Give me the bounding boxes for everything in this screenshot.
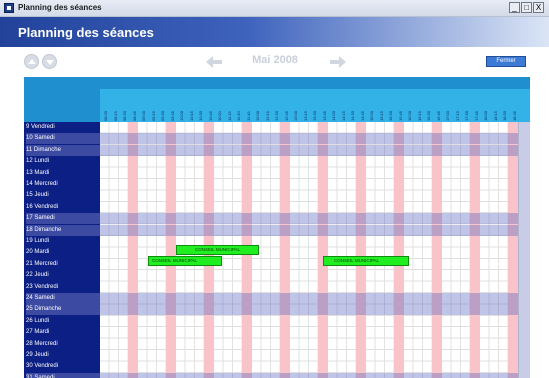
- day-label: 29 Jeudi: [26, 352, 49, 358]
- day-label: 22 Jeudi: [26, 272, 49, 279]
- right-scroll-column[interactable]: [518, 122, 530, 378]
- scroll-down-icon[interactable]: [42, 54, 57, 69]
- day-label: 31 Samedi: [26, 372, 100, 378]
- close-window-button[interactable]: X: [533, 2, 544, 13]
- page-header: Planning des séances: [0, 17, 549, 47]
- hours-band: 08:00 08:15 08:30 08:45 09:00 09:15 09:30 09:45…: [100, 89, 530, 122]
- day-label: 16 Vendredi: [26, 203, 59, 210]
- day-label: 24 Samedi: [26, 293, 100, 304]
- day-label: 13 Mardi: [26, 169, 50, 176]
- weekend-row: [100, 304, 530, 316]
- weekend-row: [100, 144, 530, 156]
- day-label: 9 Vendredi: [26, 124, 55, 130]
- next-month-icon[interactable]: [330, 55, 346, 69]
- window-titlebar: Planning des séances _ □ X: [0, 0, 549, 17]
- day-label: 25 Dimanche: [26, 304, 100, 316]
- day-column: 9 Vendredi 10 Samedi 11 Dimanche 12 Lundi 13…: [24, 122, 100, 378]
- close-button[interactable]: Fermer: [486, 56, 526, 67]
- weekend-row: [100, 133, 530, 145]
- maximize-button[interactable]: □: [521, 2, 532, 13]
- day-label: 19 Lundi: [26, 238, 50, 244]
- app-icon: [4, 3, 14, 13]
- day-label: 18 Dimanche: [26, 224, 100, 236]
- weekend-row: [100, 293, 530, 304]
- weekend-row: [100, 224, 530, 236]
- minimize-button[interactable]: _: [509, 2, 520, 13]
- day-label: 17 Samedi: [26, 213, 100, 225]
- day-label: 30 Vendredi: [26, 363, 59, 370]
- scroll-up-icon[interactable]: [24, 54, 39, 69]
- hours-header: 08:00 08:15 08:30 08:45 09:00 09:15 09:30 09:45…: [100, 77, 530, 122]
- toolbar: Mai 2008 Fermer: [0, 47, 549, 77]
- grid-corner: [24, 77, 100, 122]
- month-label: Mai 2008: [252, 54, 298, 66]
- event-block[interactable]: CONSEIL MUNICIPAL: [323, 256, 409, 266]
- day-label: 26 Lundi: [26, 317, 50, 324]
- page-title: Planning des séances: [18, 25, 154, 40]
- day-label: 15 Jeudi: [26, 192, 49, 199]
- planning-grid: 08:00 08:15 08:30 08:45 09:00 09:15 09:30 09:45…: [24, 77, 530, 378]
- day-label: 27 Mardi: [26, 329, 50, 336]
- day-label: 10 Samedi: [26, 133, 100, 145]
- weekend-row: [100, 372, 530, 378]
- day-label: 23 Vendredi: [26, 283, 59, 290]
- schedule-body[interactable]: CONSEIL MUNICIPAL CONSEIL MUNICIPAL CONS…: [100, 122, 530, 378]
- day-label: 12 Lundi: [26, 158, 50, 165]
- previous-month-icon[interactable]: [206, 55, 222, 69]
- day-label: 21 Mercredi: [26, 260, 58, 267]
- day-label: 20 Mardi: [26, 249, 50, 256]
- day-label: 14 Mercredi: [26, 181, 58, 187]
- window-title: Planning des séances: [18, 3, 102, 12]
- event-block[interactable]: CONSEIL MUNICIPAL: [176, 245, 259, 255]
- day-label: 11 Dimanche: [26, 144, 100, 156]
- weekend-row: [100, 213, 530, 225]
- event-block[interactable]: CONSEIL MUNICIPAL: [148, 256, 222, 266]
- window-controls: _ □ X: [509, 2, 544, 13]
- day-label: 28 Mercredi: [26, 340, 58, 347]
